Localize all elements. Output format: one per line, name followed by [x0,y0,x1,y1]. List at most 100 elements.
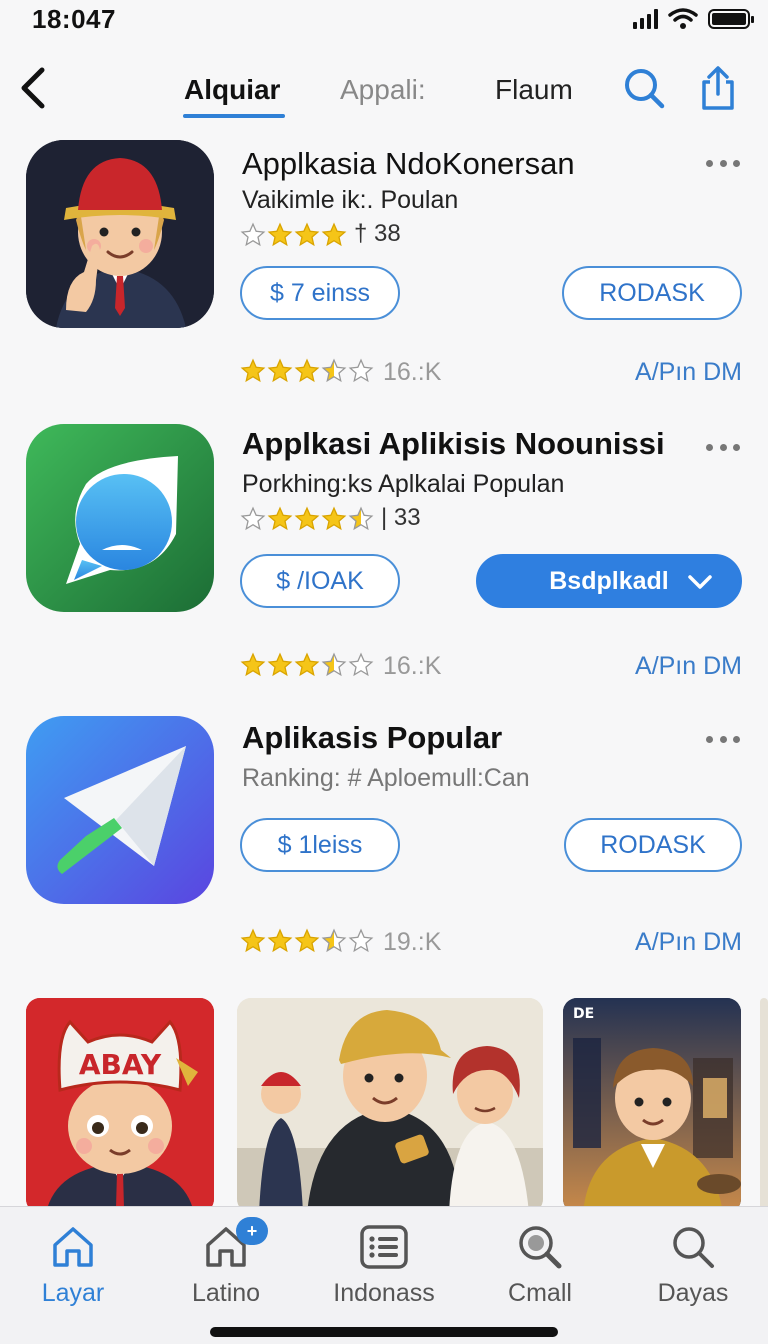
tabbar-label: Dayas [657,1279,729,1307]
status-time: 18:047 [32,4,116,34]
star-filled-icon [321,222,347,246]
app-title[interactable]: Applkasia NdoKonersan [242,146,575,182]
star-half-icon [321,652,347,677]
rating-count: | 33 [381,504,421,531]
star-half-icon [321,358,347,383]
tabbar-label: Latino [191,1279,261,1307]
status-bar: 18:047 [0,0,768,40]
tabbar-item-indonass[interactable]: Indonass [319,1223,449,1308]
star-filled-icon [267,928,293,953]
star-filled-icon [267,358,293,383]
star-filled-icon [294,652,320,677]
tabbar-label: Indonass [333,1279,435,1307]
meta-count: 16.:K [383,652,442,680]
wifi-icon [668,8,698,29]
rating-stars [240,504,375,532]
search-icon [673,1227,714,1268]
app-icon-paper-plane[interactable] [26,716,214,904]
hat-text: ABAY [79,1048,162,1081]
search-icon[interactable] [622,66,666,110]
app-rating-line: | 33 [240,504,421,532]
star-filled-icon [294,506,320,530]
star-filled-icon [294,928,320,953]
home-badge-icon: + [202,1217,268,1271]
rating-stars [240,220,348,248]
star-filled-icon [294,358,320,383]
meta-count: 19.:K [383,928,442,956]
app-subtitle: Vaikimle ik:. Poulan [242,186,459,214]
top-nav: Alquiar Appali: Flaum [0,58,768,122]
price-button[interactable]: $ 7 einss [240,266,400,320]
gallery-card-2[interactable] [237,998,543,1213]
battery-icon [708,9,754,29]
meta-link[interactable]: A/Pın DM [635,652,742,681]
app-title[interactable]: Aplikasis Popular [242,720,502,756]
share-icon[interactable] [696,66,740,110]
tab-alquiar[interactable]: Alquiar [184,74,280,106]
back-chevron-icon[interactable] [14,64,54,112]
meta-stars [240,358,375,384]
price-button[interactable]: $ /IOAK [240,554,400,608]
tabbar-item-latino[interactable]: + Latino [161,1217,291,1308]
rating-count: † 38 [354,220,401,247]
price-button[interactable]: $ 1leiss [240,818,400,872]
active-tab-indicator [183,114,285,118]
gallery-card-3[interactable]: DE [563,998,741,1213]
star-half-icon [321,928,347,953]
star-filled-icon [321,506,347,530]
status-icons [633,8,754,30]
app-icon-cartoon-boy[interactable] [26,140,214,328]
card-badge: DE [573,1006,594,1022]
gallery-card-1[interactable]: ABAY [26,998,214,1213]
app-meta: 19.:K A/Pın DM [240,928,742,958]
tabbar-item-dayas[interactable]: Dayas [628,1223,758,1308]
cellular-signal-icon [633,9,658,29]
star-filled-icon [267,222,293,246]
star-empty-icon [348,928,374,953]
star-filled-icon [267,652,293,677]
meta-link[interactable]: A/Pın DM [635,928,742,957]
download-button[interactable]: Bsdplkadl [476,554,742,608]
outline-star-icon [240,506,266,530]
magnifier-icon [519,1226,562,1269]
app-meta: 16.:K A/Pın DM [240,652,742,682]
home-icon [53,1227,93,1267]
list-icon [360,1225,408,1269]
app-meta: 16.:K A/Pın DM [240,358,742,388]
tabbar-label: Cmall [508,1279,572,1307]
meta-stars [240,652,375,678]
meta-count: 16.:K [383,358,442,386]
star-empty-icon [348,358,374,383]
app-subtitle: Ranking: # Aploemull:Can [242,764,530,792]
bottom-tab-bar: Layar + Latino Indonass Cmall Dayas [0,1206,768,1344]
star-half-icon [348,506,374,530]
star-filled-icon [294,222,320,246]
meta-link[interactable]: A/Pın DM [635,358,742,387]
tabbar-label: Layar [41,1279,105,1307]
get-button[interactable]: RODASK [564,818,742,872]
outline-star-icon [240,222,266,246]
tab-flaum[interactable]: Flaum [495,74,573,106]
chevron-down-icon [688,575,712,589]
tabbar-item-cmall[interactable]: Cmall [475,1223,605,1308]
more-options-icon[interactable] [706,736,740,746]
star-filled-icon [240,928,266,953]
star-filled-icon [240,358,266,383]
star-filled-icon [240,652,266,677]
home-indicator [210,1327,558,1337]
gallery-card-peek [760,998,768,1213]
more-options-icon[interactable] [706,160,740,170]
tab-appali[interactable]: Appali: [340,74,426,106]
app-subtitle: Porkhing:ks Aplkalai Populan [242,470,565,498]
meta-stars [240,928,375,954]
app-title[interactable]: Applkasi Aplikisis Noounissi [242,426,665,462]
app-icon-chat[interactable] [26,424,214,612]
more-options-icon[interactable] [706,444,740,454]
get-button[interactable]: RODASK [562,266,742,320]
badge-count: + [236,1217,268,1245]
star-empty-icon [348,652,374,677]
download-button-label: Bsdplkadl [549,566,669,595]
tabbar-item-layar[interactable]: Layar [8,1223,138,1308]
star-filled-icon [267,506,293,530]
app-rating-line: † 38 [240,220,401,248]
